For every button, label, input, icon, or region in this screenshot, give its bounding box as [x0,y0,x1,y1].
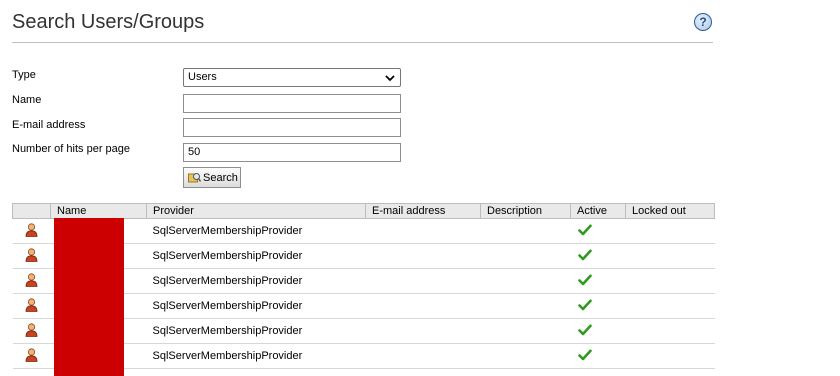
user-icon [25,297,38,312]
row-locked-out [625,268,715,294]
search-button-label: Search [203,172,238,184]
title-divider [12,42,713,43]
column-header-locked-out[interactable]: Locked out [625,203,715,219]
column-header-active[interactable]: Active [570,203,626,219]
row-active [570,318,626,344]
user-icon [25,347,38,362]
row-icon-cell [12,293,51,319]
row-email [365,268,481,294]
row-icon-cell [12,218,51,244]
search-icon [188,173,201,183]
chevron-down-icon [385,75,395,82]
row-description [480,218,571,244]
row-email [365,218,481,244]
row-provider: SqlServerMembershipProvider [146,318,366,344]
help-icon[interactable]: ? [694,13,712,31]
row-icon-cell [12,268,51,294]
hits-per-page-input[interactable]: 50 [183,143,401,162]
checkmark-icon [577,324,592,335]
row-active [570,218,626,244]
checkmark-icon [577,274,592,285]
user-icon [25,247,38,262]
column-header-icon [12,203,51,219]
row-email [365,293,481,319]
row-email [365,318,481,344]
column-header-name[interactable]: Name [50,203,147,219]
row-active [570,343,626,369]
row-description [480,293,571,319]
row-icon-cell [12,318,51,344]
row-locked-out [625,318,715,344]
row-description [480,318,571,344]
type-select-value: Users [188,71,217,83]
row-provider: SqlServerMembershipProvider [146,243,366,269]
row-active [570,243,626,269]
row-icon-cell [12,243,51,269]
row-description [480,343,571,369]
row-provider: SqlServerMembershipProvider [146,293,366,319]
redaction-block [54,218,124,376]
row-provider: SqlServerMembershipProvider [146,343,366,369]
checkmark-icon [577,349,592,360]
checkmark-icon [577,224,592,235]
search-button[interactable]: Search [183,167,241,188]
table-header-row: Name Provider E-mail address Description… [12,203,715,219]
row-description [480,243,571,269]
row-locked-out [625,243,715,269]
name-label: Name [12,94,42,106]
row-provider: SqlServerMembershipProvider [146,218,366,244]
user-icon [25,222,38,237]
checkmark-icon [577,249,592,260]
row-locked-out [625,293,715,319]
row-description [480,268,571,294]
hits-per-page-label: Number of hits per page [12,143,131,155]
type-select[interactable]: Users [183,68,401,87]
email-label: E-mail address [12,119,86,131]
row-email [365,243,481,269]
row-locked-out [625,343,715,369]
name-input[interactable] [183,94,401,113]
row-provider: SqlServerMembershipProvider [146,268,366,294]
page-title: Search Users/Groups [12,11,205,33]
checkmark-icon [577,299,592,310]
user-icon [25,272,38,287]
column-header-email[interactable]: E-mail address [365,203,481,219]
row-email [365,343,481,369]
row-active [570,268,626,294]
email-input[interactable] [183,118,401,137]
row-icon-cell [12,343,51,369]
column-header-description[interactable]: Description [480,203,571,219]
user-icon [25,322,38,337]
row-active [570,293,626,319]
column-header-provider[interactable]: Provider [146,203,366,219]
type-label: Type [12,69,36,81]
row-locked-out [625,218,715,244]
